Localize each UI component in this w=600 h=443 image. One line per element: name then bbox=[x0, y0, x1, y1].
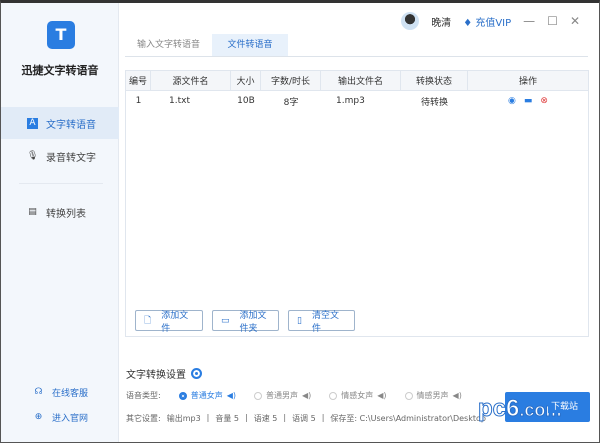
official-site-label: 进入官网 bbox=[52, 414, 89, 424]
tab-bar: 输入文字转语音 文件转语音 bbox=[125, 34, 588, 57]
clear-label: 清空文件 bbox=[311, 310, 339, 334]
other-settings-row: 其它设置: 输出mp3 | 音量 5 | 语速 5 | 语调 5 | 保存至: C:\U… bbox=[126, 413, 486, 424]
other-label: 其它设置: bbox=[126, 414, 161, 423]
speed-setting[interactable]: 语速 5 bbox=[254, 413, 278, 424]
sidebar-item-label: 文字转语音 bbox=[46, 119, 96, 131]
voice-type-row: 语音类型: 普通女声 ◀) 普通男声 ◀) 情感女声 ◀) 情感男声 ◀) bbox=[126, 390, 462, 401]
speaker-icon[interactable]: ◀) bbox=[227, 391, 236, 400]
maximize-button[interactable]: ☐ bbox=[547, 14, 558, 28]
diamond-icon: ♦ bbox=[463, 17, 473, 29]
sidebar-item-text-to-speech[interactable]: A 文字转语音 bbox=[1, 107, 119, 139]
online-support-label: 在线客服 bbox=[52, 389, 89, 399]
app-name: 迅捷文字转语音 bbox=[21, 64, 99, 77]
file-table: 编号 源文件名 大小 字数/时长 输出文件名 转换状态 操作 1 1.txt 1… bbox=[125, 70, 589, 337]
online-support-link[interactable]: ☊ 在线客服 bbox=[33, 386, 89, 399]
vip-label: 充值VIP bbox=[475, 17, 512, 29]
sidebar-item-label: 转换列表 bbox=[46, 208, 86, 220]
col-header: 输出文件名 bbox=[321, 71, 401, 90]
folder-icon[interactable]: ▬ bbox=[524, 96, 533, 106]
cell-output: 1.mp3 bbox=[336, 96, 365, 106]
globe-icon: ⊕ bbox=[34, 412, 43, 422]
volume-setting[interactable]: 音量 5 bbox=[215, 413, 239, 424]
row-actions: ◉ ▬ ⊗ bbox=[468, 96, 588, 106]
app-logo: T bbox=[47, 21, 75, 49]
voice-option-emotional-male[interactable]: 情感男声 ◀) bbox=[404, 390, 462, 401]
voice-option-emotional-female[interactable]: 情感女声 ◀) bbox=[329, 390, 387, 401]
sidebar-item-record-to-text[interactable]: 🎙 录音转文字 bbox=[1, 140, 119, 172]
sidebar: T 迅捷文字转语音 A 文字转语音 🎙 录音转文字 ▤ 转换列表 ☊ 在线客服 ⊕ 进入官… bbox=[1, 3, 119, 442]
file-plus-icon: 🗋 bbox=[144, 315, 152, 326]
add-folder-label: 添加文件夹 bbox=[239, 310, 267, 334]
file-buttons: 🗋 添加文件 ▭ 添加文件夹 ▯ 清空文件 bbox=[135, 310, 355, 334]
settings-title-text: 文字转换设置 bbox=[126, 370, 186, 381]
headset-icon: ☊ bbox=[34, 387, 43, 397]
col-header: 编号 bbox=[126, 71, 151, 90]
clear-files-button[interactable]: ▯ 清空文件 bbox=[288, 310, 355, 334]
cell-index: 1 bbox=[135, 96, 142, 106]
folder-icon: ▭ bbox=[221, 315, 230, 326]
add-file-button[interactable]: 🗋 添加文件 bbox=[135, 310, 203, 334]
list-doc-icon: ▤ bbox=[28, 206, 37, 217]
watermark-sub: 下载站 bbox=[548, 398, 582, 413]
col-header: 源文件名 bbox=[151, 71, 231, 90]
cell-size: 10B bbox=[237, 96, 255, 106]
col-header: 字数/时长 bbox=[261, 71, 321, 90]
title-bar: 晚清 ♦ 充值VIP — ☐ ✕ bbox=[401, 12, 580, 30]
save-path[interactable]: 保存至: C:\Users\Administrator\Desktop bbox=[330, 413, 486, 424]
voice-option-label: 普通女声 bbox=[190, 391, 223, 400]
tab-file-to-speech[interactable]: 文件转语音 bbox=[212, 34, 289, 56]
voice-label: 语音类型: bbox=[126, 391, 161, 400]
sidebar-divider bbox=[19, 183, 103, 184]
username[interactable]: 晚清 bbox=[431, 14, 451, 29]
cell-count: 8字 bbox=[283, 97, 299, 108]
table-header: 编号 源文件名 大小 字数/时长 输出文件名 转换状态 操作 bbox=[126, 71, 588, 91]
trash-icon: ▯ bbox=[297, 315, 302, 326]
table-row[interactable]: 1 1.txt 10B 8字 1.mp3 待转换 ◉ ▬ ⊗ bbox=[126, 91, 588, 111]
microphone-icon: 🎙 bbox=[27, 150, 39, 161]
avatar[interactable] bbox=[401, 12, 420, 30]
voice-option-normal-female[interactable]: 普通女声 ◀) bbox=[178, 390, 236, 401]
text-a-icon: A bbox=[27, 117, 38, 129]
cell-status: 待转换 bbox=[420, 97, 448, 108]
voice-option-normal-male[interactable]: 普通男声 ◀) bbox=[253, 390, 311, 401]
voice-option-label: 情感男声 bbox=[416, 391, 449, 400]
speaker-icon[interactable]: ◀) bbox=[453, 391, 462, 400]
settings-title: 文字转换设置 bbox=[126, 366, 202, 381]
cell-source: 1.txt bbox=[169, 96, 190, 106]
add-file-label: 添加文件 bbox=[161, 310, 189, 334]
voice-option-label: 情感女声 bbox=[341, 391, 374, 400]
speaker-icon[interactable]: ◀) bbox=[377, 391, 386, 400]
delete-icon[interactable]: ⊗ bbox=[540, 96, 548, 106]
voice-option-label: 普通男声 bbox=[265, 391, 298, 400]
col-header: 转换状态 bbox=[401, 71, 468, 90]
add-folder-button[interactable]: ▭ 添加文件夹 bbox=[212, 310, 279, 334]
speaker-icon[interactable]: ◀) bbox=[302, 391, 311, 400]
tab-input-text[interactable]: 输入文字转语音 bbox=[125, 34, 212, 56]
sidebar-item-label: 录音转文字 bbox=[46, 152, 96, 164]
col-header: 大小 bbox=[231, 71, 261, 90]
vip-button[interactable]: ♦ 充值VIP bbox=[463, 14, 511, 29]
eye-icon[interactable]: ◉ bbox=[508, 96, 516, 106]
minimize-button[interactable]: — bbox=[523, 14, 535, 28]
col-header: 操作 bbox=[518, 77, 537, 87]
gear-icon[interactable] bbox=[191, 368, 202, 379]
sidebar-item-convert-list[interactable]: ▤ 转换列表 bbox=[1, 196, 119, 228]
official-site-link[interactable]: ⊕ 进入官网 bbox=[33, 411, 88, 424]
pitch-setting[interactable]: 语调 5 bbox=[292, 413, 316, 424]
close-button[interactable]: ✕ bbox=[570, 14, 580, 28]
output-format[interactable]: 输出mp3 bbox=[167, 413, 201, 424]
